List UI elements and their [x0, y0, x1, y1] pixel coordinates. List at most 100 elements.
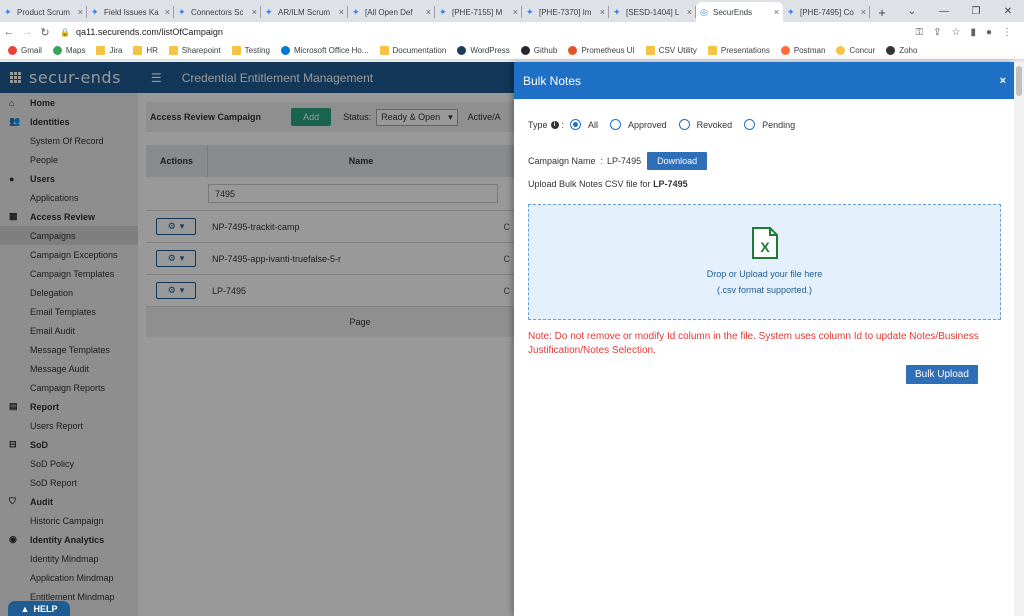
tab-title: Product Scrum	[17, 7, 70, 17]
bulk-upload-button[interactable]: Bulk Upload	[906, 365, 978, 384]
tab-close-icon[interactable]: ×	[771, 7, 779, 17]
bookmark-item[interactable]: Concur	[836, 46, 875, 55]
browser-tab[interactable]: ✦ Field Issues Ka ×	[87, 2, 174, 22]
chevron-down-icon[interactable]: ⌄	[896, 6, 928, 17]
bookmark-label: HR	[146, 46, 158, 55]
bookmark-item[interactable]: Documentation	[379, 46, 447, 55]
bookmark-item[interactable]: Zoho	[886, 46, 917, 55]
forward-icon[interactable]: →	[18, 26, 36, 38]
excel-glyph: X	[760, 239, 770, 255]
bookmark-icon	[520, 46, 530, 55]
help-label: HELP	[33, 603, 58, 614]
share-icon[interactable]: ⇪	[933, 27, 941, 38]
type-radio-revoked[interactable]: Revoked	[678, 119, 733, 130]
tab-close-icon[interactable]: ×	[336, 7, 344, 17]
chevron-up-icon: ▲	[20, 603, 30, 614]
browser-tab[interactable]: ✦ AR/ILM Scrum ×	[261, 2, 348, 22]
url-text: qa11.securends.com/listOfCampaign	[75, 27, 223, 37]
star-icon[interactable]: ☆	[951, 27, 960, 38]
radio-circle[interactable]	[744, 119, 756, 130]
browser-tab[interactable]: ◎ SecurEnds ×	[696, 2, 783, 22]
bookmark-icon	[457, 46, 467, 55]
scrollbar-thumb[interactable]	[1016, 66, 1022, 96]
bookmark-label: Documentation	[392, 46, 447, 55]
modal-header: Bulk Notes ×	[514, 62, 1014, 99]
page-scrollbar[interactable]	[1014, 62, 1024, 616]
radio-circle[interactable]	[678, 119, 690, 130]
help-button[interactable]: ▲ HELP	[8, 601, 70, 616]
tab-close-icon[interactable]: ×	[510, 7, 518, 17]
bookmark-label: Gmail	[21, 46, 42, 55]
tab-title: [All Open Def	[365, 7, 413, 17]
type-radio-approved[interactable]: Approved	[610, 119, 667, 130]
browser-tab[interactable]: ✦ [PHE-7495] Co ×	[783, 2, 870, 22]
tab-close-icon[interactable]: ×	[423, 7, 431, 17]
restore-icon[interactable]: ❐	[960, 6, 992, 17]
browser-tab[interactable]: ✦ [PHE-7370] Im ×	[522, 2, 609, 22]
bookmark-item[interactable]: WordPress	[457, 46, 510, 55]
bookmark-item[interactable]: Sharepoint	[168, 46, 221, 55]
radio-circle[interactable]	[610, 119, 622, 130]
key-icon[interactable]: ⚿	[915, 27, 923, 38]
back-icon[interactable]: ←	[0, 26, 18, 38]
tab-close-icon[interactable]: ×	[858, 7, 866, 17]
jira-favicon-icon: ✦	[613, 6, 621, 17]
menu-icon[interactable]: ⋮	[1002, 27, 1012, 38]
bookmark-item[interactable]: Github	[520, 46, 557, 55]
jira-favicon-icon: ✦	[526, 6, 534, 17]
bookmark-item[interactable]: HR	[133, 46, 158, 55]
bookmark-label: WordPress	[470, 46, 510, 55]
bookmark-icon	[52, 46, 62, 55]
close-icon[interactable]: ×	[1000, 75, 1006, 87]
bookmark-icon	[379, 46, 389, 55]
campaign-name-label: Campaign Name :	[528, 156, 604, 166]
url-field[interactable]: 🔒 qa11.securends.com/listOfCampaign	[60, 27, 223, 37]
info-icon[interactable]: i	[550, 120, 559, 129]
tab-close-icon[interactable]: ×	[162, 7, 170, 17]
tab-close-icon[interactable]: ×	[249, 7, 257, 17]
profile-icon[interactable]: ●	[986, 27, 992, 38]
file-dropzone[interactable]: X Drop or Upload your file here (.csv fo…	[528, 204, 1001, 320]
close-window-icon[interactable]: ✕	[992, 6, 1024, 17]
bookmark-item[interactable]: CSV Utility	[645, 46, 697, 55]
radio-circle[interactable]	[570, 119, 582, 130]
bookmark-item[interactable]: Presentations	[707, 46, 770, 55]
bookmark-item[interactable]: Prometheus UI	[568, 46, 635, 55]
radio-label: Approved	[628, 119, 667, 130]
jira-favicon-icon: ✦	[265, 6, 273, 17]
warning-note: Note: Do not remove or modify Id column …	[528, 331, 979, 356]
bookmark-item[interactable]: Postman	[780, 46, 825, 55]
bookmark-item[interactable]: Maps	[52, 46, 85, 55]
bookmark-item[interactable]: Gmail	[8, 46, 42, 55]
reload-icon[interactable]: ↻	[36, 26, 54, 39]
bookmark-label: Concur	[849, 46, 876, 55]
bookmark-item[interactable]: Jira	[96, 46, 122, 55]
type-radio-pending[interactable]: Pending	[744, 119, 795, 130]
download-button[interactable]: Download	[647, 152, 708, 170]
new-tab-button[interactable]: +	[870, 2, 894, 22]
browser-tab[interactable]: ✦ [SESD-1404] L ×	[609, 2, 696, 22]
minimize-icon[interactable]: —	[928, 6, 960, 17]
radio-label: Revoked	[696, 119, 733, 130]
browser-tab[interactable]: ✦ Product Scrum ×	[0, 2, 87, 22]
tab-close-icon[interactable]: ×	[75, 7, 83, 17]
radio-label: Pending	[762, 119, 796, 130]
browser-tab[interactable]: ✦ [PHE-7155] M ×	[435, 2, 522, 22]
tab-close-icon[interactable]: ×	[684, 7, 692, 17]
bookmark-icon	[280, 46, 290, 55]
tab-close-icon[interactable]: ×	[597, 7, 605, 17]
bookmark-label: CSV Utility	[658, 46, 697, 55]
browser-tab[interactable]: ✦ [All Open Def ×	[348, 2, 435, 22]
bookmark-label: Jira	[109, 46, 123, 55]
bookmark-item[interactable]: Microsoft Office Ho...	[280, 46, 369, 55]
browser-tab[interactable]: ✦ Connectors Sc ×	[174, 2, 261, 22]
modal-backdrop[interactable]	[0, 62, 514, 616]
sidepanel-icon[interactable]: ▮	[970, 27, 976, 38]
bookmark-icon	[780, 46, 790, 55]
tab-title: [PHE-7495] Co	[800, 7, 854, 17]
bookmark-item[interactable]: Testing	[231, 46, 270, 55]
campaign-name-row: Campaign Name : LP-7495 Download	[528, 152, 708, 170]
type-radio-all[interactable]: All	[570, 119, 598, 130]
upload-label: Upload Bulk Notes CSV file for LP-7495	[528, 179, 688, 189]
jira-favicon-icon: ✦	[178, 6, 186, 17]
